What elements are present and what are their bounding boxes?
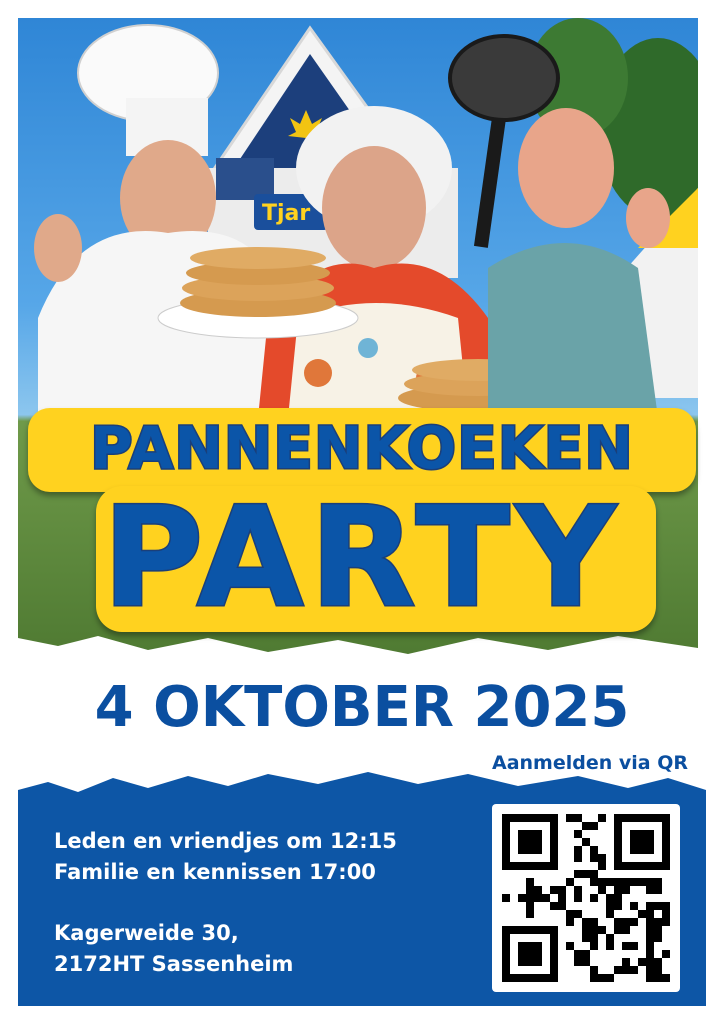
qr-code-icon bbox=[502, 814, 670, 982]
woman-fist bbox=[626, 188, 670, 248]
qr-code[interactable] bbox=[492, 804, 680, 992]
time-members: Leden en vriendjes om 12:15 bbox=[54, 829, 397, 853]
poster: Tjar PANNENKOEKEN PARTY 4 OKTOBER 2025 A… bbox=[0, 0, 724, 1024]
apron-flower bbox=[304, 359, 332, 387]
woman-face bbox=[518, 108, 614, 228]
apron-flower bbox=[358, 338, 378, 358]
grandma-face bbox=[322, 146, 426, 270]
pancake bbox=[190, 247, 326, 269]
clubhouse-window bbox=[216, 158, 274, 200]
frying-pan-handle bbox=[473, 117, 506, 248]
title-pannenkoeken: PANNENKOEKEN bbox=[89, 413, 635, 484]
address-street: Kagerweide 30, bbox=[54, 921, 239, 945]
time-family: Familie en kennissen 17:00 bbox=[54, 860, 376, 884]
address-city: 2172HT Sassenheim bbox=[54, 952, 294, 976]
frying-pan-icon bbox=[448, 34, 560, 122]
clubhouse-sign-text: Tjar bbox=[262, 201, 310, 226]
title-party: PARTY bbox=[101, 476, 622, 639]
event-date: 4 OKTOBER 2025 bbox=[94, 675, 630, 740]
event-details: Leden en vriendjes om 12:15 Familie en k… bbox=[54, 826, 397, 980]
woman-shirt bbox=[488, 243, 658, 418]
chef-hand bbox=[34, 214, 82, 282]
torn-edge bbox=[18, 636, 698, 658]
